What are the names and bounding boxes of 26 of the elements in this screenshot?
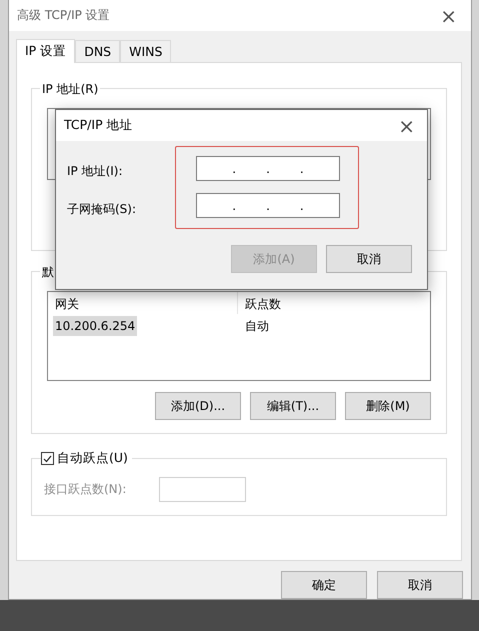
- column-header[interactable]: 跃点数: [245, 297, 281, 312]
- table-cell[interactable]: 自动: [243, 314, 271, 338]
- field-label: IP 地址(I):: [67, 163, 124, 180]
- gateway-list[interactable]: 网关 跃点数 10.200.6.254 自动: [47, 291, 431, 382]
- column-header[interactable]: 网关: [55, 297, 79, 312]
- ip-address-field[interactable]: . . .: [196, 156, 340, 181]
- close-button[interactable]: ×: [392, 116, 421, 136]
- checkbox-label: 自动跃点(U): [57, 450, 128, 468]
- tab[interactable]: WINS: [120, 40, 172, 62]
- window-title: 高级 TCP/IP 设置: [17, 7, 110, 24]
- dialog-button[interactable]: 取消: [326, 245, 412, 273]
- table-cell[interactable]: 10.200.6.254: [53, 316, 138, 336]
- gateway-button[interactable]: 删除(M): [345, 392, 431, 420]
- checkmark-icon: [43, 454, 52, 463]
- close-button[interactable]: ×: [434, 6, 463, 26]
- dialog-button[interactable]: 确定: [281, 571, 367, 599]
- gateway-button[interactable]: 编辑(T)...: [250, 392, 336, 420]
- ip-address-field[interactable]: . . .: [196, 193, 340, 218]
- tab[interactable]: DNS: [75, 40, 120, 62]
- field-label: 子网掩码(S):: [67, 201, 138, 218]
- checkbox[interactable]: [41, 452, 54, 466]
- dialog-title: TCP/IP 地址: [64, 117, 133, 134]
- tab[interactable]: IP 设置: [16, 39, 76, 64]
- field-label: 接口跃点数(N):: [44, 481, 128, 498]
- gateway-button[interactable]: 添加(D)...: [155, 392, 241, 420]
- dialog-button[interactable]: 取消: [377, 571, 463, 599]
